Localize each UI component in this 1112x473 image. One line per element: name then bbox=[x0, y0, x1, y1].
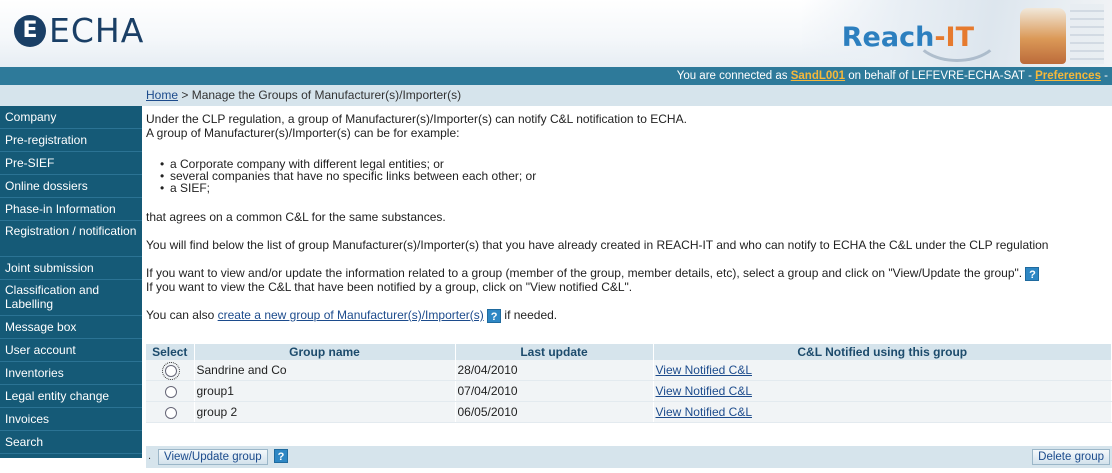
echa-logo-mark: E bbox=[14, 15, 46, 47]
sidebar-item-online-dossiers[interactable]: Online dossiers bbox=[0, 175, 142, 198]
sidebar-item-pre-sief[interactable]: Pre-SIEF bbox=[0, 152, 142, 175]
view-update-group-button[interactable]: View/Update group bbox=[158, 449, 268, 465]
group-name-cell: group1 bbox=[194, 380, 456, 402]
table-row: group1 07/04/2010 View Notified C&L bbox=[146, 380, 1112, 402]
view-update-help-icon[interactable]: ? bbox=[1025, 266, 1040, 281]
sidebar-item-registration-notification[interactable]: Registration / notification bbox=[0, 221, 142, 257]
breadcrumb-current: Manage the Groups of Manufacturer(s)/Imp… bbox=[191, 88, 462, 102]
sidebar-item-phase-in-information[interactable]: Phase-in Information bbox=[0, 198, 142, 221]
select-cell bbox=[146, 360, 195, 381]
action-bar: . View/Update group ? Delete group bbox=[146, 446, 1112, 468]
echa-logo-text: ECHA bbox=[49, 11, 145, 50]
group-name-cell: Sandrine and Co bbox=[194, 360, 456, 381]
view-notified-cl-link[interactable]: View Notified C&L bbox=[656, 384, 753, 398]
last-update-cell: 06/05/2010 bbox=[455, 401, 654, 423]
intro-text-2: A group of Manufacturer(s)/Importer(s) c… bbox=[146, 126, 460, 140]
sidebar-item-user-account[interactable]: User account bbox=[0, 339, 142, 362]
column-header-last-update: Last update bbox=[455, 344, 654, 360]
group-radio[interactable] bbox=[164, 406, 177, 419]
view-update-text: If you want to view and/or update the in… bbox=[146, 266, 1023, 280]
create-prefix: You can also bbox=[146, 308, 218, 322]
action-bar-dot: . bbox=[148, 450, 152, 462]
app-header: E ECHA Reach-IT bbox=[0, 0, 1112, 67]
table-row: group 2 06/05/2010 View Notified C&L bbox=[146, 401, 1112, 423]
sidebar-item-legal-entity-change[interactable]: Legal entity change bbox=[0, 385, 142, 408]
table-header-row: Select Group name Last update C&L Notifi… bbox=[146, 344, 1112, 360]
brand-suffix: -IT bbox=[934, 22, 974, 53]
status-middle: on behalf of LEFEVRE-ECHA-SAT - bbox=[845, 70, 1036, 82]
status-prefix: You are connected as bbox=[676, 70, 791, 82]
echa-logo[interactable]: E ECHA bbox=[14, 14, 144, 48]
sidebar-item-search[interactable]: Search bbox=[0, 431, 142, 454]
preferences-link[interactable]: Preferences bbox=[1035, 70, 1101, 82]
create-group-link[interactable]: create a new group of Manufacturer(s)/Im… bbox=[218, 308, 484, 322]
view-notified-cl-link[interactable]: View Notified C&L bbox=[656, 405, 753, 419]
agrees-text: that agrees on a common C&L for the same… bbox=[146, 210, 446, 224]
last-update-cell: 28/04/2010 bbox=[455, 360, 654, 381]
sidebar-item-invoices[interactable]: Invoices bbox=[0, 408, 142, 431]
cl-notified-cell: View Notified C&L bbox=[653, 380, 1112, 402]
reach-it-logo: Reach-IT bbox=[842, 22, 974, 53]
view-update-instructions: If you want to view and/or update the in… bbox=[146, 266, 1040, 281]
sidebar-item-joint-submission[interactable]: Joint submission bbox=[0, 257, 142, 280]
create-group-help-icon[interactable]: ? bbox=[487, 308, 502, 323]
last-update-cell: 07/04/2010 bbox=[455, 380, 654, 402]
view-notified-text: If you want to view the C&L that have be… bbox=[146, 280, 633, 294]
group-radio[interactable] bbox=[161, 361, 180, 380]
action-help-icon[interactable]: ? bbox=[274, 449, 288, 463]
group-name-cell: group 2 bbox=[194, 401, 456, 423]
connection-status-bar: You are connected as SandL001 on behalf … bbox=[0, 67, 1112, 85]
column-header-cl-notified: C&L Notified using this group bbox=[653, 344, 1112, 360]
sidebar-item-pre-registration[interactable]: Pre-registration bbox=[0, 129, 142, 152]
create-suffix: if needed. bbox=[501, 308, 558, 322]
group-radio[interactable] bbox=[164, 385, 177, 398]
user-link[interactable]: SandL001 bbox=[791, 70, 845, 82]
breadcrumb: Home > Manage the Groups of Manufacturer… bbox=[0, 85, 1112, 106]
groups-table: Select Group name Last update C&L Notifi… bbox=[146, 344, 1112, 423]
sidebar-item-message-box[interactable]: Message box bbox=[0, 316, 142, 339]
cl-notified-cell: View Notified C&L bbox=[653, 401, 1112, 423]
brand-main: Reach bbox=[841, 22, 935, 53]
breadcrumb-home-link[interactable]: Home bbox=[146, 88, 178, 102]
column-header-select: Select bbox=[146, 344, 195, 360]
breadcrumb-separator: > bbox=[178, 88, 192, 102]
sidebar-item-classification-labelling[interactable]: Classification and Labelling bbox=[0, 280, 142, 316]
sidebar-nav: Company Pre-registration Pre-SIEF Online… bbox=[0, 106, 142, 458]
list-item: several companies that have no specific … bbox=[160, 170, 536, 182]
view-notified-cl-link[interactable]: View Notified C&L bbox=[656, 363, 753, 377]
group-examples-list: a Corporate company with different legal… bbox=[160, 158, 536, 194]
status-suffix: - bbox=[1100, 70, 1108, 82]
create-group-line: You can also create a new group of Manuf… bbox=[146, 308, 557, 323]
list-description-text: You will find below the list of group Ma… bbox=[146, 238, 1049, 252]
sidebar-item-company[interactable]: Company bbox=[0, 106, 142, 129]
sidebar-item-inventories[interactable]: Inventories bbox=[0, 362, 142, 385]
list-item: a SIEF; bbox=[160, 182, 536, 194]
main-content: Under the CLP regulation, a group of Man… bbox=[146, 108, 1112, 473]
delete-group-button[interactable]: Delete group bbox=[1032, 449, 1110, 465]
select-cell bbox=[146, 401, 195, 423]
cl-notified-cell: View Notified C&L bbox=[653, 360, 1112, 381]
table-row: Sandrine and Co 28/04/2010 View Notified… bbox=[146, 360, 1112, 381]
select-cell bbox=[146, 380, 195, 402]
column-header-group-name: Group name bbox=[194, 344, 456, 360]
intro-text-1: Under the CLP regulation, a group of Man… bbox=[146, 112, 687, 126]
